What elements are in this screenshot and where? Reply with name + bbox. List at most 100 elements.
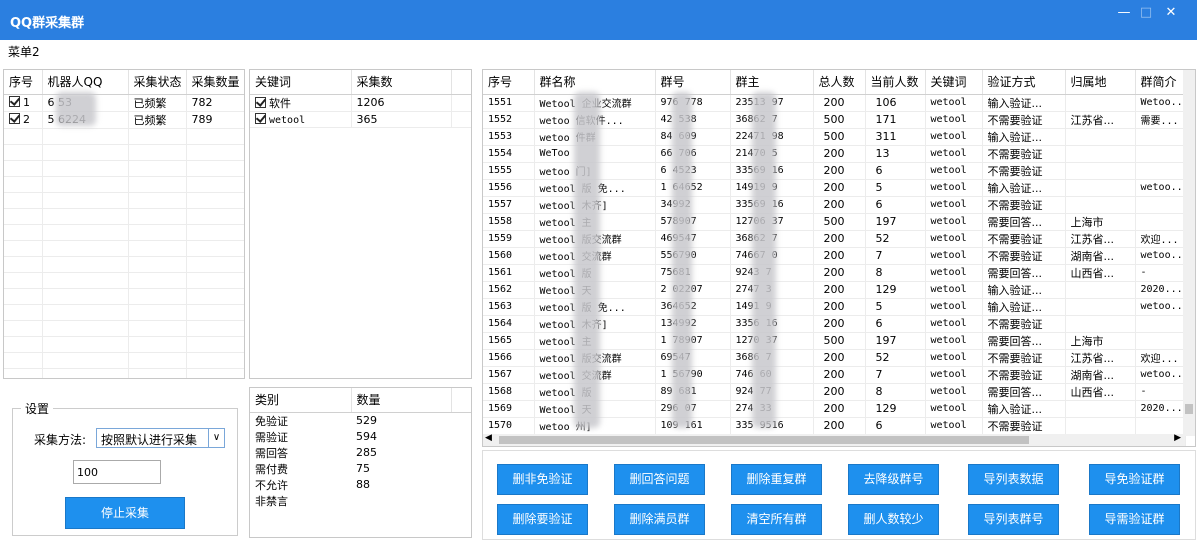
action-button[interactable]: 删非免验证 (497, 464, 588, 495)
robot-column-header[interactable]: 采集数量 (186, 70, 244, 95)
table-cell: 江苏省... (1065, 230, 1136, 248)
table-row[interactable]: 需付费 75 (250, 461, 471, 477)
group-column-header[interactable]: 群名称 (534, 70, 656, 95)
table-row[interactable]: 需验证 594 (250, 429, 471, 445)
table-row[interactable] (4, 368, 244, 378)
table-cell: wetool (925, 213, 983, 231)
action-button[interactable]: 删除要验证 (497, 504, 588, 535)
table-cell: 106 (865, 94, 926, 112)
category-column-header[interactable]: 类别 (250, 388, 352, 413)
table-row[interactable] (4, 240, 244, 257)
checkbox[interactable] (255, 96, 266, 108)
group-column-header[interactable]: 群简介 (1135, 70, 1186, 95)
checkbox[interactable] (255, 112, 266, 124)
keyword-column-header[interactable]: 关键词 (250, 70, 352, 95)
robot-column-header[interactable]: 机器人QQ (42, 70, 129, 95)
table-row[interactable] (4, 160, 244, 177)
table-row[interactable] (4, 272, 244, 289)
action-button[interactable]: 删人数较少 (848, 504, 939, 535)
table-row[interactable] (4, 304, 244, 321)
group-column-header[interactable]: 总人数 (813, 70, 866, 95)
table-cell (42, 160, 129, 177)
action-button[interactable]: 删回答问题 (614, 464, 705, 495)
table-row[interactable]: 免验证 529 (250, 412, 471, 429)
table-cell: 200 (813, 162, 866, 180)
group-column-header[interactable]: 验证方式 (982, 70, 1066, 95)
action-button[interactable]: 导免验证群 (1089, 464, 1180, 495)
checkbox[interactable] (9, 96, 20, 107)
table-row[interactable]: 16 53已频繁782 (4, 94, 244, 112)
table-cell: 200 (813, 264, 866, 282)
row-number: 2 (23, 113, 30, 126)
table-cell: 已频繁 (128, 94, 187, 112)
stop-collect-button[interactable]: 停止采集 (65, 497, 185, 529)
table-cell (186, 272, 244, 289)
table-row[interactable]: 非禁言 (250, 493, 471, 509)
table-row[interactable] (4, 144, 244, 161)
table-row[interactable] (4, 256, 244, 273)
group-horizontal-scrollbar[interactable]: ◀ ▶ (483, 433, 1185, 446)
action-button[interactable]: 导需验证群 (1089, 504, 1180, 535)
privacy-blur (56, 92, 96, 126)
table-cell: 200 (813, 315, 866, 333)
table-cell: wetool (925, 230, 983, 248)
group-column-header[interactable]: 当前人数 (865, 70, 926, 95)
scroll-right-icon[interactable]: ▶ (1174, 433, 1181, 443)
category-column-header[interactable]: 数量 (351, 388, 452, 413)
vertical-scroll-thumb[interactable] (1185, 404, 1193, 414)
table-row[interactable] (4, 352, 244, 369)
table-row[interactable] (4, 128, 244, 145)
table-row[interactable] (4, 288, 244, 305)
group-column-header[interactable]: 群号 (655, 70, 731, 95)
table-row[interactable] (4, 224, 244, 241)
table-cell: 不需要验证 (982, 145, 1066, 163)
table-row[interactable]: 软件 1206 (250, 94, 471, 112)
menu-bar: 菜单2 (0, 40, 1197, 62)
robot-column-header[interactable]: 序号 (4, 70, 43, 95)
action-button[interactable]: 删除满员群 (614, 504, 705, 535)
horizontal-scroll-thumb[interactable] (499, 436, 1029, 444)
table-cell (128, 272, 187, 289)
method-select[interactable]: 按照默认进行采集 ∨ (96, 428, 225, 448)
table-cell (128, 128, 187, 145)
action-button[interactable]: 导列表数据 (968, 464, 1059, 495)
table-row[interactable]: wetool 365 (250, 111, 471, 128)
action-button[interactable]: 导列表群号 (968, 504, 1059, 535)
action-button[interactable]: 清空所有群 (731, 504, 822, 535)
table-cell: 1554 (483, 145, 535, 163)
table-row[interactable]: 25 6224已频繁789 (4, 111, 244, 129)
table-row[interactable] (4, 192, 244, 209)
minimize-icon[interactable]: — (1113, 4, 1135, 22)
group-column-header[interactable]: 序号 (483, 70, 535, 95)
table-row[interactable] (4, 336, 244, 353)
maximize-icon[interactable]: □ (1135, 4, 1157, 22)
menu-item-2[interactable]: 菜单2 (8, 43, 40, 60)
close-icon[interactable]: ✕ (1160, 4, 1182, 22)
keyword-column-header[interactable]: 采集数 (351, 70, 452, 95)
group-vertical-scrollbar[interactable] (1183, 70, 1195, 436)
table-row[interactable] (4, 176, 244, 193)
category-name: 不允许 (255, 478, 288, 492)
table-cell: 2 02207 (655, 281, 731, 299)
group-column-header[interactable]: 群主 (730, 70, 814, 95)
group-column-header[interactable]: 归属地 (1065, 70, 1136, 95)
table-cell: 需要... (1135, 111, 1186, 129)
table-cell (186, 288, 244, 305)
table-row[interactable]: 不允许 88 (250, 477, 471, 493)
table-cell: 200 (813, 383, 866, 401)
robot-column-header[interactable]: 采集状态 (128, 70, 187, 95)
keyword-text: wetool (269, 114, 306, 126)
scroll-left-icon[interactable]: ◀ (485, 433, 492, 443)
category-count: 88 (356, 478, 370, 491)
checkbox[interactable] (9, 113, 20, 124)
table-cell: 109 161 (655, 417, 731, 435)
table-row[interactable]: 需回答 285 (250, 445, 471, 461)
table-row[interactable] (4, 208, 244, 225)
table-row[interactable] (4, 320, 244, 337)
group-column-header[interactable]: 关键词 (925, 70, 983, 95)
action-button[interactable]: 删除重复群 (731, 464, 822, 495)
action-button[interactable]: 去降级群号 (848, 464, 939, 495)
chevron-down-icon[interactable]: ∨ (208, 429, 224, 447)
table-cell (186, 224, 244, 241)
number-input[interactable]: 100 (73, 460, 161, 484)
